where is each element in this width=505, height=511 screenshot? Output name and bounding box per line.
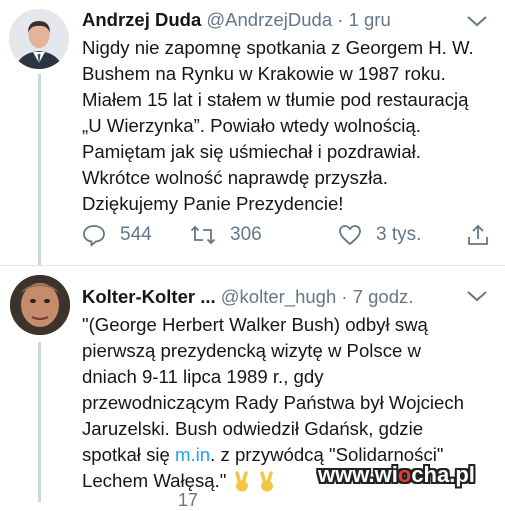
- tweet-line: Wkrótce wolność naprawdę przyszła.: [82, 167, 388, 188]
- like-icon: [339, 225, 361, 246]
- divider: [0, 265, 505, 266]
- chevron-down-icon[interactable]: [466, 289, 488, 303]
- tweet-actions: 544 306 3 tys.: [82, 220, 492, 250]
- tweet-line: dniach 9-11 lipca 1989 r., gdy: [82, 366, 324, 387]
- tweet-header: Andrzej Duda @AndrzejDuda · 1 gru: [82, 8, 391, 32]
- tweet-line: „U Wierzynka”. Powiało wtedy wolnością.: [82, 115, 421, 136]
- handle[interactable]: @AndrzejDuda: [206, 9, 332, 30]
- chevron-down-icon[interactable]: [466, 14, 488, 28]
- like-button[interactable]: 3 tys.: [338, 220, 421, 250]
- thread-line: [38, 74, 41, 265]
- share-button[interactable]: [466, 220, 504, 250]
- victory-hand-emoji: [260, 471, 273, 492]
- tweet-line: Dziękujemy Panie Prezydencie!: [82, 193, 344, 214]
- watermark-text: www.wi: [318, 462, 398, 487]
- tweet-line: pierwszą prezydencką wizytę w Polsce w: [82, 340, 421, 361]
- inline-link[interactable]: m.in: [175, 444, 210, 465]
- share-icon: [468, 224, 488, 245]
- like-count: 3 tys.: [376, 224, 422, 245]
- watermark: www.wiocha.pl: [318, 462, 475, 488]
- timestamp[interactable]: 1 gru: [349, 9, 391, 30]
- reply-button[interactable]: 544: [82, 220, 152, 250]
- tweet-line: Bushem na Rynku w Krakowie w 1987 roku.: [82, 63, 446, 84]
- avatar[interactable]: [9, 9, 69, 69]
- avatar[interactable]: [10, 275, 70, 335]
- tweet-line: przewodniczącym Rady Państwa był Wojciec…: [82, 392, 465, 413]
- watermark-text: o: [397, 462, 412, 487]
- reply-icon: [83, 225, 105, 247]
- tweet-andrzej-duda[interactable]: Andrzej Duda @AndrzejDuda · 1 gru Nigdy …: [0, 0, 505, 265]
- display-name[interactable]: Andrzej Duda: [82, 9, 201, 30]
- retweet-button[interactable]: 306: [190, 220, 262, 250]
- tweet-line: Nigdy nie zapomnę spotkania z Georgem H.…: [82, 37, 474, 58]
- tweet-text: Nigdy nie zapomnę spotkania z Georgem H.…: [82, 35, 474, 217]
- tweet-line: "(George Herbert Walker Bush) odbył swą: [82, 314, 428, 335]
- retweet-count: 306: [230, 224, 262, 245]
- victory-hand-emoji: [234, 471, 248, 492]
- display-name[interactable]: Kolter-Kolter ...: [82, 286, 216, 307]
- tweet-text-fragment: Lechem Wałęsą.": [82, 470, 227, 491]
- timestamp[interactable]: 7 godz.: [353, 286, 414, 307]
- retweet-icon: [190, 225, 216, 245]
- tweet-line: Pamiętam jak się uśmiechał i pozdrawiał.: [82, 141, 421, 162]
- tweet-text-fragment: spotkał się: [82, 444, 176, 465]
- tweet-line: Miałem 15 lat i stałem w tłumie pod rest…: [82, 89, 469, 110]
- handle[interactable]: @kolter_hugh: [221, 286, 336, 307]
- watermark-text: cha.pl: [411, 462, 475, 487]
- separator: ·: [337, 9, 344, 30]
- tweet-line: Jaruzelski. Bush odwiedził Gdańsk, gdzie: [82, 418, 424, 439]
- reply-count: 544: [120, 224, 152, 245]
- separator: ·: [341, 286, 348, 307]
- tweet-header: Kolter-Kolter ... @kolter_hugh · 7 godz.: [82, 285, 413, 309]
- thread-line: [38, 342, 41, 502]
